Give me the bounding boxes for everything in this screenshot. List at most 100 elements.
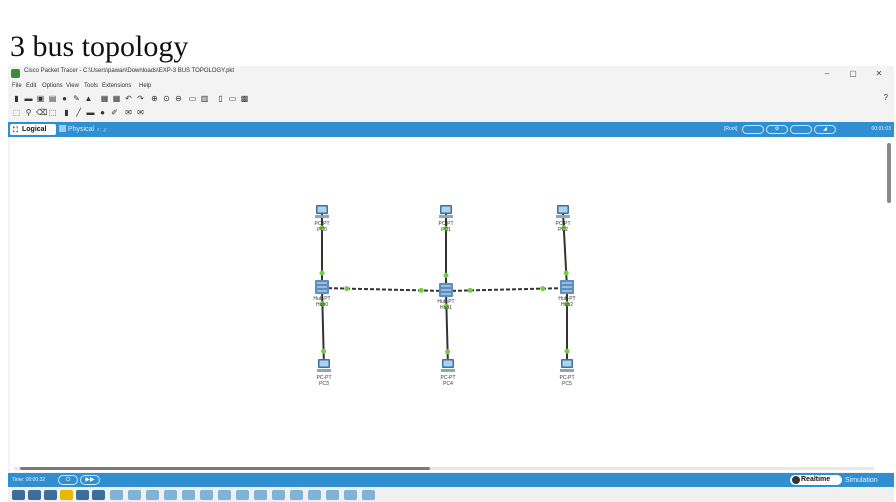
close-button[interactable]: ✕ [866, 66, 892, 81]
device-type-bar [8, 488, 894, 502]
draw-ellipse-icon[interactable]: ● [98, 108, 107, 117]
back-button[interactable] [742, 125, 764, 134]
logical-view-icon: ⛶ [13, 127, 18, 134]
pdu-icon[interactable]: ▭ [228, 94, 237, 103]
add-simple-pdu-icon[interactable]: ✉ [124, 108, 133, 117]
draw-rectangle-icon[interactable]: ▬ [86, 108, 95, 117]
simulation-mode-button[interactable]: Simulation [845, 476, 878, 485]
wizard-icon[interactable]: ✎ [72, 94, 81, 103]
add-complex-pdu-icon[interactable]: ✉ [136, 108, 145, 117]
zoom-reset-icon[interactable]: ⊙ [162, 94, 171, 103]
help-icon[interactable]: ? [884, 93, 888, 102]
node-name-label: Hub1 [440, 305, 452, 311]
device-9-icon[interactable] [254, 490, 267, 500]
palette-icon[interactable]: ▭ [188, 94, 197, 103]
menu-extensions[interactable]: Extensions [102, 83, 131, 89]
custom-device-icon[interactable]: ▥ [200, 94, 209, 103]
device-4-icon[interactable] [164, 490, 177, 500]
minimize-button[interactable]: – [814, 66, 840, 81]
device-12-icon[interactable] [308, 490, 321, 500]
copy-icon[interactable]: ▦ [100, 94, 109, 103]
tab-logical[interactable]: ⛶ Logical [10, 124, 56, 135]
vertical-scrollbar[interactable] [887, 143, 891, 203]
network-info-icon[interactable]: ▲ [84, 94, 93, 103]
note-icon[interactable]: ▮ [62, 108, 71, 117]
node-name-label: Hub0 [316, 302, 328, 308]
link-hub0-hub1[interactable] [321, 287, 447, 292]
simulation-time: Time: 00:00:32 [12, 477, 46, 483]
select-icon[interactable]: ⬚ [12, 108, 21, 117]
node-hub1[interactable]: Hub-PT Hub1 [431, 283, 461, 323]
link-hub1-hub2[interactable] [445, 287, 568, 292]
components-icon[interactable] [44, 490, 57, 500]
workspace-clock: 00:01:03 [871, 126, 891, 132]
menu-options[interactable]: Options [42, 83, 63, 89]
node-pc3[interactable]: PC-PT PC3 [309, 359, 339, 399]
packet-tracer-logo-icon [11, 69, 20, 78]
end-devices-icon[interactable] [28, 490, 41, 500]
device-10-icon[interactable] [272, 490, 285, 500]
device-5-icon[interactable] [182, 490, 195, 500]
delete-icon[interactable]: ⌫ [36, 108, 47, 117]
redo-icon[interactable]: ↷ [136, 94, 145, 103]
device-13-icon[interactable] [326, 490, 339, 500]
root-breadcrumb[interactable]: [Root] [724, 126, 737, 132]
menu-edit[interactable]: Edit [26, 83, 36, 89]
logical-workspace[interactable]: PC-PT PC0 PC-PT PC1 PC-PT PC2 Hub-PT Hub0 Hub-PT… [10, 137, 894, 472]
zoom-in-icon[interactable]: ⊕ [150, 94, 159, 103]
node-pc1[interactable]: PC-PT PC1 [431, 205, 461, 245]
network-devices-icon[interactable] [12, 490, 25, 500]
workspace-tab-bar: ⛶ Logical Physical x: ,y: [Root] ⚙ ◢ 00:0… [8, 122, 894, 137]
packet-tracer-window: Cisco Packet Tracer - C:\Users\pawan\Dow… [8, 66, 894, 502]
device-15-icon[interactable] [362, 490, 375, 500]
device-2-icon[interactable] [128, 490, 141, 500]
new-file-icon[interactable]: ▮ [12, 94, 21, 103]
resize-icon[interactable]: ⬚ [48, 108, 57, 117]
menu-view[interactable]: View [66, 83, 79, 89]
zoom-out-icon[interactable]: ⊖ [174, 94, 183, 103]
node-pc2[interactable]: PC-PT PC2 [548, 205, 578, 245]
node-hub0[interactable]: Hub-PT Hub0 [307, 280, 337, 320]
menu-tools[interactable]: Tools [84, 83, 98, 89]
node-hub2[interactable]: Hub-PT Hub2 [552, 280, 582, 320]
realtime-label: Realtime [801, 476, 831, 483]
connections-icon[interactable] [60, 490, 73, 500]
undo-icon[interactable]: ↶ [124, 94, 133, 103]
menu-file[interactable]: File [12, 83, 22, 89]
node-pc0[interactable]: PC-PT PC0 [307, 205, 337, 245]
device-11-icon[interactable] [290, 490, 303, 500]
save-icon[interactable]: ▣ [36, 94, 45, 103]
drawing-toolbar: ⬚ ⚲ ⌫ ⬚ ▮ ╱ ▬ ● ✐ ✉ ✉ [8, 107, 894, 121]
new-cluster-button[interactable] [790, 125, 812, 134]
miscellaneous-icon[interactable] [76, 490, 89, 500]
device-3-icon[interactable] [146, 490, 159, 500]
horizontal-scrollbar[interactable] [20, 467, 430, 470]
inspect-icon[interactable]: ⚲ [24, 108, 33, 117]
device-8-icon[interactable] [236, 490, 249, 500]
paste-icon[interactable]: ▦ [112, 94, 121, 103]
device-14-icon[interactable] [344, 490, 357, 500]
device-6-icon[interactable] [200, 490, 213, 500]
maximize-button[interactable]: ▢ [840, 66, 866, 81]
multiuser-icon[interactable] [92, 490, 105, 500]
realtime-mode-button[interactable]: Realtime [790, 475, 842, 485]
cluster-button[interactable]: ⚙ [766, 125, 788, 134]
node-pc4[interactable]: PC-PT PC4 [433, 359, 463, 399]
print-icon[interactable]: ▤ [48, 94, 57, 103]
viewport-icon[interactable]: ▯ [216, 94, 225, 103]
fast-forward-button[interactable]: ▶▶ [80, 475, 100, 485]
freeform-icon[interactable]: ✐ [110, 108, 119, 117]
viewport-button[interactable]: ◢ [814, 125, 836, 134]
image-icon[interactable]: ▩ [240, 94, 249, 103]
device-7-icon[interactable] [218, 490, 231, 500]
link-status-light [319, 270, 325, 276]
info-icon[interactable]: ● [60, 94, 69, 103]
link-status-light [564, 348, 570, 354]
power-cycle-button[interactable]: ⏻ [58, 475, 78, 485]
menu-help[interactable]: Help [139, 83, 151, 89]
open-folder-icon[interactable]: ▬ [24, 94, 33, 103]
draw-line-icon[interactable]: ╱ [74, 108, 83, 117]
device-1-icon[interactable] [110, 490, 123, 500]
tab-physical[interactable]: Physical x: ,y: [59, 124, 108, 136]
node-pc5[interactable]: PC-PT PC5 [552, 359, 582, 399]
